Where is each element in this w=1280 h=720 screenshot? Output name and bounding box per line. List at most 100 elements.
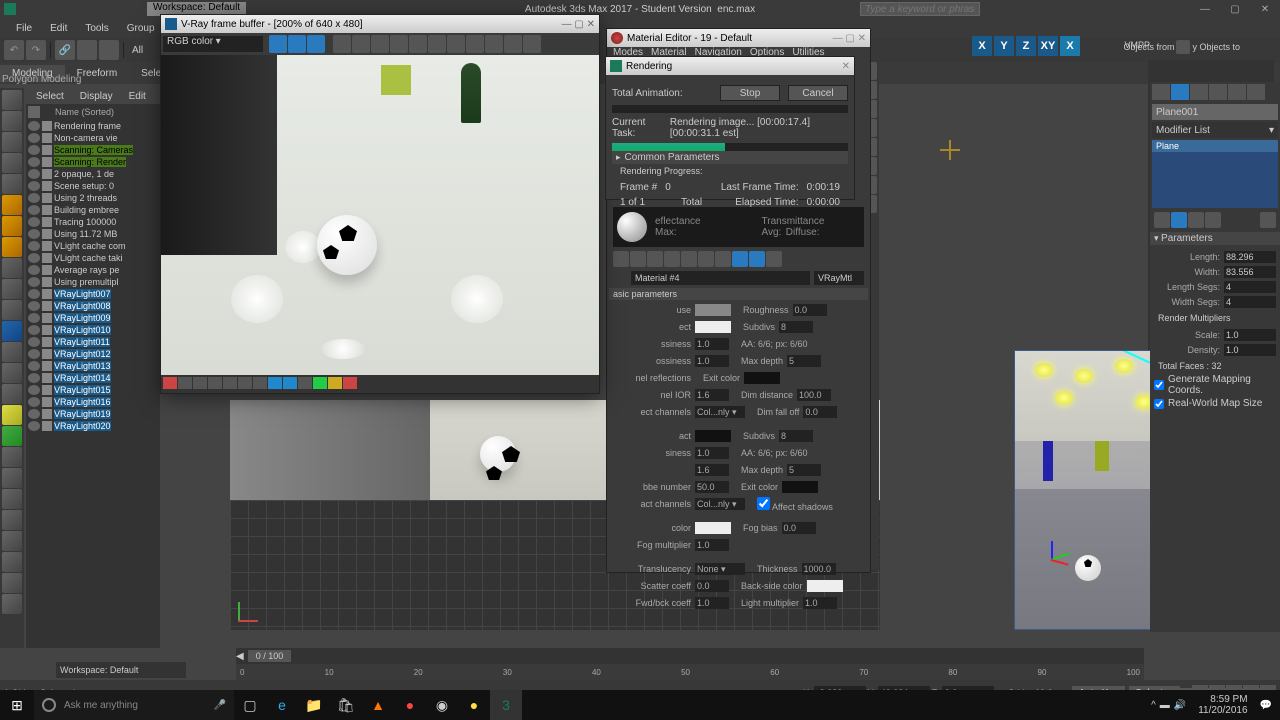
vfb-button[interactable] bbox=[371, 35, 389, 53]
frame-indicator[interactable]: 0 / 100 bbox=[248, 650, 292, 662]
timeline[interactable]: ◀ 0 / 100 bbox=[236, 648, 1144, 664]
tool-icon[interactable] bbox=[2, 510, 22, 530]
object-name-input[interactable]: Plane001 bbox=[1152, 104, 1278, 120]
spinner-input[interactable]: 1.6 bbox=[695, 389, 729, 401]
undo-button[interactable]: ↶ bbox=[4, 40, 24, 60]
tool-icon[interactable] bbox=[2, 174, 22, 194]
tool-icon[interactable] bbox=[2, 426, 22, 446]
menu-file[interactable]: File bbox=[8, 21, 40, 36]
tool-icon[interactable] bbox=[2, 300, 22, 320]
parameters-rollout[interactable]: ▾ Parameters bbox=[1150, 232, 1280, 245]
common-params-header[interactable]: ▸ Common Parameters bbox=[612, 151, 848, 164]
unlink-button[interactable] bbox=[77, 40, 97, 60]
scene-tab-edit[interactable]: Edit bbox=[123, 91, 152, 102]
vfb-channel-dropdown[interactable]: RGB color ▾ bbox=[163, 36, 263, 52]
mat-tool-button[interactable] bbox=[749, 251, 765, 267]
spinner-input[interactable]: 1.0 bbox=[695, 338, 729, 350]
vfb-button[interactable] bbox=[485, 35, 503, 53]
scene-item[interactable]: VRayLight016 bbox=[26, 396, 160, 408]
vfb-status-button[interactable] bbox=[268, 377, 282, 389]
dropdown[interactable]: Col...nly ▾ bbox=[695, 406, 745, 418]
spinner-input[interactable]: 1.0 bbox=[695, 355, 729, 367]
color-swatch[interactable] bbox=[695, 321, 731, 333]
3dsmax-taskbar-icon[interactable]: 3 bbox=[490, 690, 522, 720]
scene-item[interactable]: VRayLight011 bbox=[26, 336, 160, 348]
tray-chevron-icon[interactable]: ^ bbox=[1151, 700, 1156, 711]
edge-icon[interactable]: e bbox=[266, 690, 298, 720]
vfb-status-button[interactable] bbox=[328, 377, 342, 389]
spinner-input[interactable]: 1000.0 bbox=[802, 563, 836, 575]
axis-z-button[interactable]: Z bbox=[1016, 36, 1036, 56]
mat-tool-button[interactable] bbox=[613, 251, 629, 267]
mat-titlebar[interactable]: Material Editor - 19 - Default — ▢ ✕ bbox=[607, 29, 870, 47]
vfb-status-button[interactable] bbox=[178, 377, 192, 389]
vfb-status-button[interactable] bbox=[163, 377, 177, 389]
scene-item[interactable]: VRayLight009 bbox=[26, 312, 160, 324]
scene-item[interactable]: VLight cache com bbox=[26, 240, 160, 252]
gen-mapping-check[interactable]: Generate Mapping Coords. bbox=[1150, 373, 1280, 397]
tool-icon[interactable] bbox=[2, 342, 22, 362]
tool-icon[interactable] bbox=[2, 489, 22, 509]
mat-tool-button[interactable] bbox=[681, 251, 697, 267]
tray-volume-icon[interactable]: 🔊 bbox=[1174, 700, 1186, 711]
explorer-icon[interactable]: 📁 bbox=[298, 690, 330, 720]
cmd-tab-display[interactable] bbox=[1228, 84, 1246, 100]
taskbar-clock[interactable]: 8:59 PM11/20/2016 bbox=[1190, 694, 1255, 716]
workspace-footer[interactable]: Workspace: Default bbox=[56, 662, 186, 678]
system-tray[interactable]: ^ ▬ 🔊 8:59 PM11/20/2016 💬 bbox=[1143, 694, 1280, 716]
spinner-input[interactable]: 1.0 bbox=[1224, 329, 1276, 341]
mat-tool-button[interactable] bbox=[647, 251, 663, 267]
tool-icon[interactable] bbox=[2, 321, 22, 341]
stack-tool-icon[interactable] bbox=[1154, 212, 1170, 228]
vfb-status-button[interactable] bbox=[313, 377, 327, 389]
vfb-status-button[interactable] bbox=[343, 377, 357, 389]
spinner-input[interactable]: 50.0 bbox=[695, 481, 729, 493]
scene-item[interactable]: VRayLight010 bbox=[26, 324, 160, 336]
scene-item[interactable]: VRayLight019 bbox=[26, 408, 160, 420]
axis-y-button[interactable]: Y bbox=[994, 36, 1014, 56]
cmd-tab-create[interactable] bbox=[1152, 84, 1170, 100]
scene-item[interactable]: Scene setup: 0 bbox=[26, 180, 160, 192]
scene-item[interactable]: Average rays pe bbox=[26, 264, 160, 276]
cmd-tab-utilities[interactable] bbox=[1247, 84, 1265, 100]
vfb-button[interactable] bbox=[447, 35, 465, 53]
redo-button[interactable]: ↷ bbox=[26, 40, 46, 60]
scene-item[interactable]: Non-camera vie bbox=[26, 132, 160, 144]
spinner-input[interactable]: 1.0 bbox=[695, 447, 729, 459]
spinner-input[interactable]: 8 bbox=[779, 321, 813, 333]
tool-icon[interactable] bbox=[2, 216, 22, 236]
scene-item[interactable]: Scanning: Render bbox=[26, 156, 160, 168]
spinner-input[interactable]: 1.0 bbox=[803, 597, 837, 609]
basic-params-header[interactable]: asic parameters bbox=[609, 288, 868, 300]
vlc-icon[interactable]: ▲ bbox=[362, 690, 394, 720]
spinner-input[interactable]: 5 bbox=[787, 355, 821, 367]
scene-item[interactable]: VRayLight020 bbox=[26, 420, 160, 432]
mat-tool-button[interactable] bbox=[664, 251, 680, 267]
vfb-button[interactable] bbox=[428, 35, 446, 53]
tool-icon[interactable] bbox=[2, 90, 22, 110]
vfb-button[interactable] bbox=[333, 35, 351, 53]
stack-tool-icon[interactable] bbox=[1171, 212, 1187, 228]
transform-gizmo[interactable] bbox=[1051, 531, 1081, 561]
mat-tool-button[interactable] bbox=[715, 251, 731, 267]
stop-button[interactable]: Stop bbox=[720, 85, 780, 101]
vfb-button[interactable] bbox=[390, 35, 408, 53]
spinner-input[interactable]: 1.0 bbox=[695, 539, 729, 551]
vfb-status-button[interactable] bbox=[253, 377, 267, 389]
vfb-status-button[interactable] bbox=[208, 377, 222, 389]
vfb-button[interactable] bbox=[466, 35, 484, 53]
color-swatch[interactable] bbox=[695, 304, 731, 316]
tray-network-icon[interactable]: ▬ bbox=[1160, 700, 1170, 711]
link-button[interactable]: 🔗 bbox=[55, 40, 75, 60]
mat-tool-button[interactable] bbox=[630, 251, 646, 267]
store-icon[interactable]: 🛍 bbox=[330, 690, 362, 720]
start-button[interactable]: ⊞ bbox=[0, 690, 34, 720]
spinner-input[interactable]: 88.296 bbox=[1224, 251, 1276, 263]
tool-icon[interactable] bbox=[2, 153, 22, 173]
vfb-render-view[interactable] bbox=[161, 55, 599, 375]
scene-item[interactable]: Using 2 threads bbox=[26, 192, 160, 204]
app-icon[interactable]: ● bbox=[458, 690, 490, 720]
tool-icon[interactable] bbox=[2, 468, 22, 488]
vfb-status-button[interactable] bbox=[283, 377, 297, 389]
cmd-tab-motion[interactable] bbox=[1209, 84, 1227, 100]
